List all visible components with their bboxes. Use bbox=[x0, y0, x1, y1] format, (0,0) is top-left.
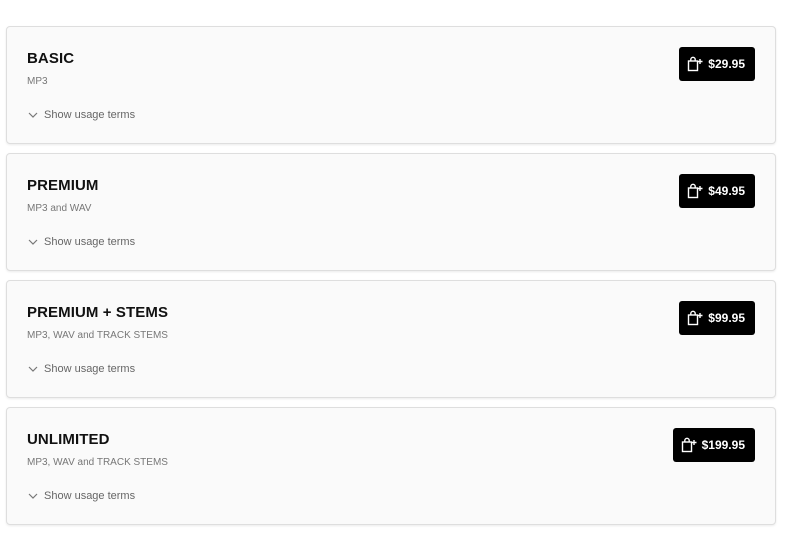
price-label: $49.95 bbox=[708, 184, 745, 198]
license-card-unlimited: UNLIMITED MP3, WAV and TRACK STEMS Show … bbox=[6, 407, 776, 525]
chevron-down-icon bbox=[28, 239, 38, 245]
license-title: UNLIMITED bbox=[27, 431, 110, 448]
show-usage-terms-toggle[interactable]: Show usage terms bbox=[27, 109, 135, 121]
show-usage-terms-label: Show usage terms bbox=[44, 490, 136, 502]
add-to-cart-button[interactable]: $99.95 bbox=[679, 301, 755, 335]
chevron-down-icon bbox=[28, 112, 38, 118]
license-title: BASIC bbox=[27, 50, 75, 67]
license-list: BASIC MP3 Show usage terms $29.95 PREMIU… bbox=[0, 0, 789, 534]
shopping-bag-add-icon bbox=[681, 437, 697, 453]
chevron-down-icon bbox=[28, 366, 38, 372]
add-to-cart-button[interactable]: $49.95 bbox=[679, 174, 755, 208]
license-card-premium: PREMIUM MP3 and WAV Show usage terms $49… bbox=[6, 153, 776, 271]
shopping-bag-add-icon bbox=[688, 310, 703, 326]
price-label: $199.95 bbox=[701, 438, 745, 452]
show-usage-terms-label: Show usage terms bbox=[44, 109, 136, 121]
license-formats: MP3 bbox=[27, 76, 48, 87]
chevron-down-icon bbox=[28, 493, 38, 499]
license-card-premium-stems: PREMIUM + STEMS MP3, WAV and TRACK STEMS… bbox=[6, 280, 776, 398]
license-title: PREMIUM + STEMS bbox=[27, 304, 169, 321]
shopping-bag-add-icon bbox=[688, 56, 703, 72]
show-usage-terms-toggle[interactable]: Show usage terms bbox=[27, 490, 135, 502]
license-card-basic: BASIC MP3 Show usage terms $29.95 bbox=[6, 26, 776, 144]
add-to-cart-button[interactable]: $29.95 bbox=[679, 47, 755, 81]
show-usage-terms-toggle[interactable]: Show usage terms bbox=[27, 363, 135, 375]
show-usage-terms-label: Show usage terms bbox=[44, 236, 136, 248]
add-to-cart-button[interactable]: $199.95 bbox=[672, 428, 755, 462]
license-formats: MP3 and WAV bbox=[27, 203, 92, 214]
license-formats: MP3, WAV and TRACK STEMS bbox=[27, 330, 168, 341]
license-formats: MP3, WAV and TRACK STEMS bbox=[27, 457, 168, 468]
license-title: PREMIUM bbox=[27, 177, 99, 194]
shopping-bag-add-icon bbox=[688, 183, 703, 199]
price-label: $29.95 bbox=[708, 57, 745, 71]
show-usage-terms-label: Show usage terms bbox=[44, 363, 136, 375]
show-usage-terms-toggle[interactable]: Show usage terms bbox=[27, 236, 135, 248]
price-label: $99.95 bbox=[708, 311, 745, 325]
